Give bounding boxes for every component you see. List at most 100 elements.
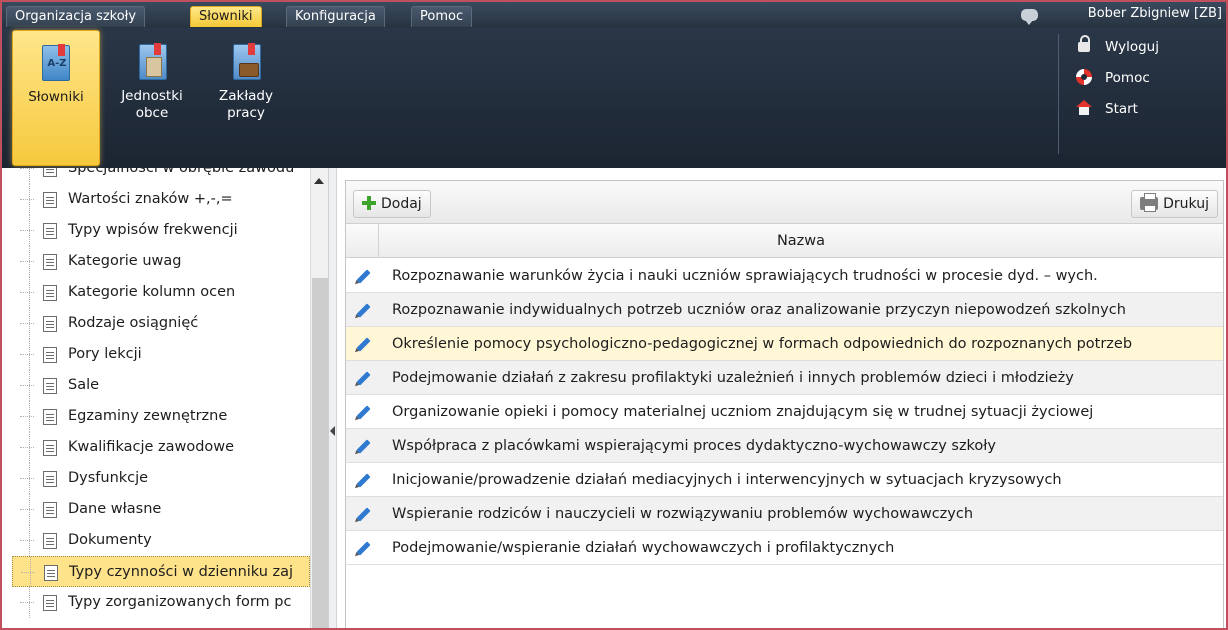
user-name[interactable]: Bober Zbigniew [ZB]: [1088, 6, 1222, 21]
tree-item[interactable]: Egzaminy zewnętrzne: [12, 401, 310, 432]
dictionary-az-icon: A-Z: [38, 44, 74, 81]
document-icon: [43, 168, 57, 177]
logout-link[interactable]: Wyloguj: [1075, 35, 1159, 60]
tree-item[interactable]: Kategorie kolumn ocen: [12, 277, 310, 308]
table-row-hovered[interactable]: Określenie pomocy psychologiczno-pedagog…: [346, 327, 1223, 361]
edit-pencil-icon[interactable]: [356, 303, 371, 318]
dictionary-tree: Specjalności w obrębie zawodu Wartości z…: [2, 168, 310, 628]
tree-item[interactable]: Typy zorganizowanych form pc: [12, 587, 310, 618]
main-content: Dodaj Drukuj Nazwa Rozpoznawanie warunkó…: [338, 168, 1226, 628]
ribbon-label-slowniki: Słowniki: [28, 89, 84, 105]
table-row[interactable]: Rozpoznawanie warunków życia i nauki ucz…: [346, 259, 1223, 293]
document-icon: [43, 316, 57, 332]
edit-pencil-icon[interactable]: [356, 439, 371, 454]
grid-header-handle: [346, 224, 379, 258]
print-label: Drukuj: [1163, 196, 1209, 212]
row-name: Wspieranie rodziców i nauczycieli w rozw…: [392, 506, 974, 522]
tree-scrollbar[interactable]: [310, 168, 328, 628]
plus-icon: [362, 196, 376, 210]
row-name: Określenie pomocy psychologiczno-pedagog…: [392, 336, 1133, 352]
logout-label: Wyloguj: [1105, 39, 1159, 55]
document-icon: [43, 595, 57, 611]
row-name: Podejmowanie/wspieranie działań wychowaw…: [392, 540, 895, 556]
edit-pencil-icon[interactable]: [356, 473, 371, 488]
table-row[interactable]: Organizowanie opieki i pomocy materialne…: [346, 395, 1223, 429]
document-icon: [43, 378, 57, 394]
table-row[interactable]: Współpraca z placówkami wspierającymi pr…: [346, 429, 1223, 463]
column-header-nazwa[interactable]: Nazwa: [379, 224, 1223, 258]
document-icon: [43, 409, 57, 425]
menu-tab-konfiguracja[interactable]: Konfiguracja: [286, 6, 385, 27]
grid-panel: Dodaj Drukuj Nazwa Rozpoznawanie warunkó…: [345, 180, 1224, 628]
lock-icon: [1078, 35, 1090, 52]
row-name: Rozpoznawanie indywidualnych potrzeb ucz…: [392, 302, 1126, 318]
lifebuoy-icon: [1076, 69, 1092, 85]
ribbon-button-zaklady-pracy[interactable]: Zakłady pracy: [202, 30, 290, 166]
tree-item[interactable]: Pory lekcji: [12, 339, 310, 370]
scroll-up-arrow-icon[interactable]: [314, 178, 324, 184]
table-row[interactable]: Inicjowanie/prowadzenie działań mediacyj…: [346, 463, 1223, 497]
tree-item[interactable]: Rodzaje osiągnięć: [12, 308, 310, 339]
home-icon: [1076, 100, 1092, 115]
row-name: Organizowanie opieki i pomocy materialne…: [392, 404, 1094, 420]
edit-pencil-icon[interactable]: [356, 541, 371, 556]
document-icon: [43, 347, 57, 363]
document-icon: [43, 254, 57, 270]
tree-item[interactable]: Sale: [12, 370, 310, 401]
menu-tab-slowniki[interactable]: Słowniki: [190, 6, 262, 27]
tree-item[interactable]: Dane własne: [12, 494, 310, 525]
table-row[interactable]: Rozpoznawanie indywidualnych potrzeb ucz…: [346, 293, 1223, 327]
tree-item[interactable]: Dokumenty: [12, 525, 310, 556]
printer-icon: [1140, 193, 1159, 212]
document-icon: [43, 440, 57, 456]
tree-item[interactable]: Wartości znaków +,-,=: [12, 184, 310, 215]
edit-pencil-icon[interactable]: [356, 269, 371, 284]
add-label: Dodaj: [381, 196, 422, 212]
ribbon-toolbar: A-Z Słowniki Jednostki obce Zakłady prac…: [2, 28, 1226, 168]
print-button[interactable]: Drukuj: [1131, 190, 1218, 218]
tree-item[interactable]: Kwalifikacje zawodowe: [12, 432, 310, 463]
start-link[interactable]: Start: [1075, 98, 1138, 122]
edit-pencil-icon[interactable]: [356, 405, 371, 420]
grid-header: Nazwa: [346, 224, 1223, 258]
row-name: Współpraca z placówkami wspierającymi pr…: [392, 438, 997, 454]
document-icon: [44, 565, 58, 581]
scrollbar-thumb[interactable]: [312, 278, 328, 628]
ribbon-quick-links: Wyloguj Pomoc Start: [1058, 34, 1226, 154]
ribbon-button-slowniki[interactable]: A-Z Słowniki: [12, 30, 100, 166]
ribbon-button-jednostki-obce[interactable]: Jednostki obce: [108, 30, 196, 166]
dictionary-tree-panel: Specjalności w obrębie zawodu Wartości z…: [2, 168, 329, 628]
help-link[interactable]: Pomoc: [1075, 67, 1150, 91]
row-name: Podejmowanie działań z zakresu profilakt…: [392, 370, 1074, 386]
menu-tab-pomoc[interactable]: Pomoc: [411, 6, 473, 27]
ribbon-label-jednostki-obce: Jednostki obce: [121, 88, 183, 121]
document-icon: [43, 285, 57, 301]
table-row[interactable]: Wspieranie rodziców i nauczycieli w rozw…: [346, 497, 1223, 531]
menu-tab-organizacja[interactable]: Organizacja szkoły: [6, 6, 146, 27]
edit-pencil-icon[interactable]: [356, 371, 371, 386]
tree-item-selected[interactable]: Typy czynności w dzienniku zaj: [12, 556, 310, 587]
collapse-left-arrow-icon[interactable]: [330, 426, 335, 436]
document-icon: [43, 471, 57, 487]
grid-toolbar: Dodaj Drukuj: [346, 181, 1223, 224]
chat-bubble-icon[interactable]: [1021, 9, 1038, 25]
table-row[interactable]: Podejmowanie/wspieranie działań wychowaw…: [346, 531, 1223, 565]
row-name: Rozpoznawanie warunków życia i nauki ucz…: [392, 268, 1098, 284]
document-icon: [43, 502, 57, 518]
app-window: Organizacja szkoły Słowniki Konfiguracja…: [0, 0, 1228, 630]
add-button[interactable]: Dodaj: [353, 190, 431, 218]
document-icon: [43, 533, 57, 549]
tree-item[interactable]: Dysfunkcje: [12, 463, 310, 494]
tree-item[interactable]: Kategorie uwag: [12, 246, 310, 277]
document-icon: [43, 223, 57, 239]
tree-item[interactable]: Specjalności w obrębie zawodu: [12, 168, 310, 184]
start-label: Start: [1105, 101, 1138, 117]
panel-splitter[interactable]: [329, 168, 337, 628]
edit-pencil-icon[interactable]: [356, 337, 371, 352]
help-label: Pomoc: [1105, 70, 1150, 86]
edit-pencil-icon[interactable]: [356, 507, 371, 522]
ribbon-label-zaklady-pracy: Zakłady pracy: [218, 88, 273, 121]
table-row[interactable]: Podejmowanie działań z zakresu profilakt…: [346, 361, 1223, 395]
row-name: Inicjowanie/prowadzenie działań mediacyj…: [392, 472, 1062, 488]
tree-item[interactable]: Typy wpisów frekwencji: [12, 215, 310, 246]
